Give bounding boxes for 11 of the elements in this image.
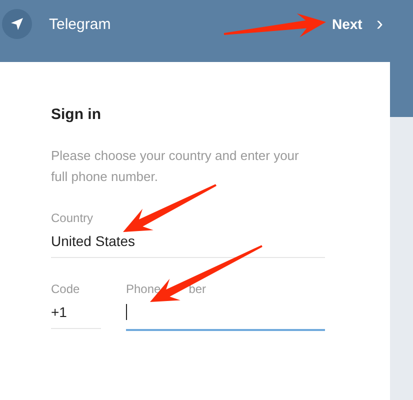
field-label: Country bbox=[51, 211, 94, 225]
field-label: ber bbox=[188, 282, 206, 296]
arrow-icon bbox=[123, 184, 216, 232]
field-label: Code bbox=[51, 282, 81, 296]
card-title: Sign in bbox=[51, 105, 102, 123]
code-field[interactable]: +1 bbox=[51, 296, 101, 329]
arrow-icon bbox=[224, 13, 326, 38]
app-title: Telegram bbox=[49, 16, 111, 32]
description: Please choose your country and enter your full phone number. bbox=[51, 147, 300, 186]
next-button[interactable]: Next › bbox=[332, 16, 383, 32]
field-label: Phone bbox=[126, 282, 161, 296]
